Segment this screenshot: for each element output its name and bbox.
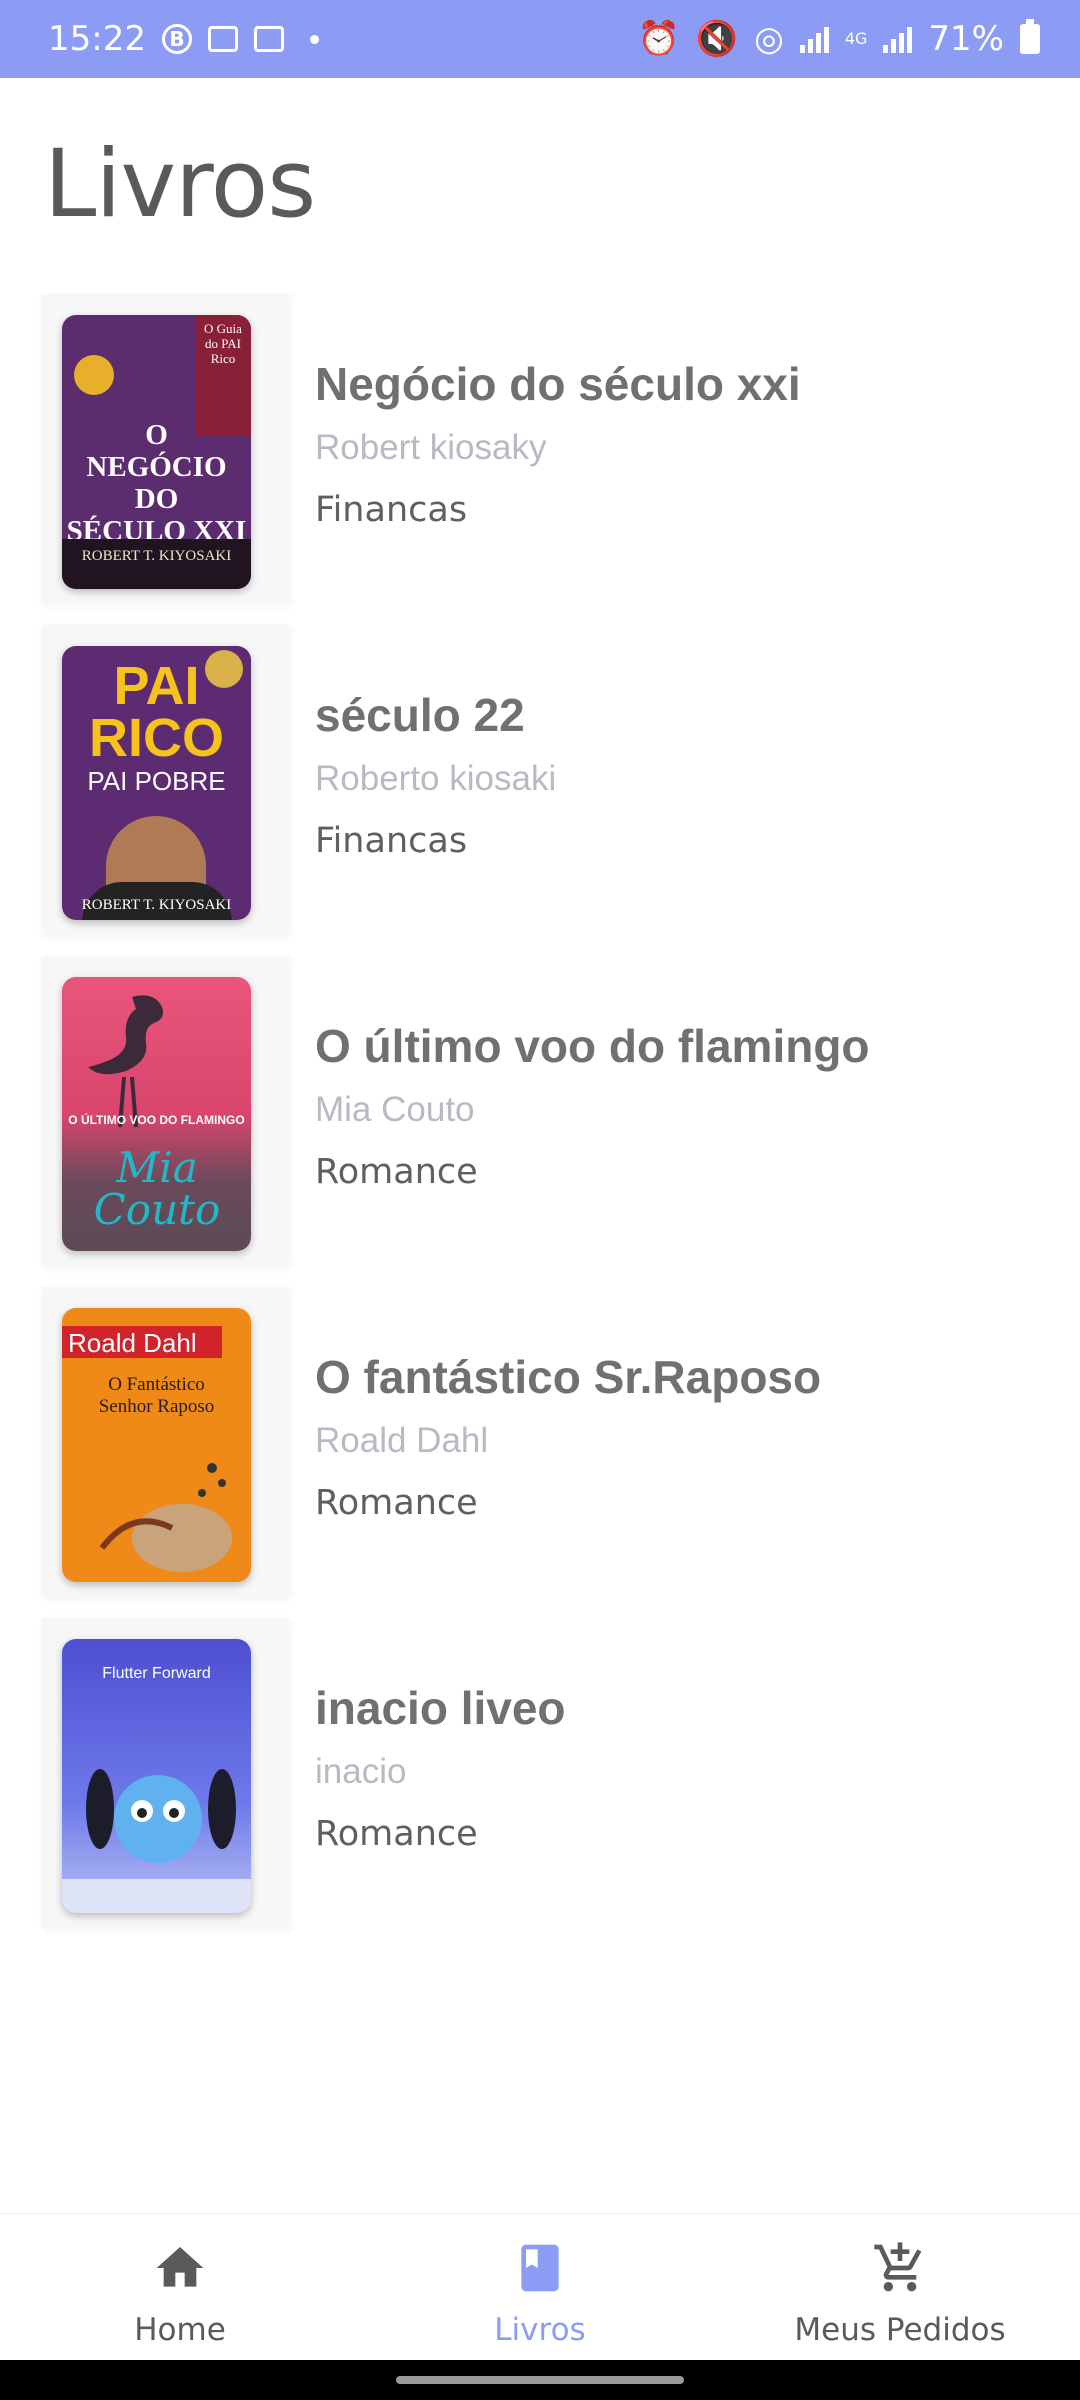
- home-icon: [156, 2247, 204, 2287]
- list-item[interactable]: PAI RICO PAI POBRE ROBERT T. KIYOSAKI sé…: [0, 625, 1080, 956]
- battery-icon: [1020, 19, 1040, 54]
- book-author: Roberto kiosaki: [315, 759, 557, 798]
- status-time: 15:22: [48, 19, 146, 59]
- alarm-icon: ⏰: [637, 19, 680, 59]
- signal-icon: [883, 25, 913, 53]
- book-author: Robert kiosaky: [315, 428, 547, 467]
- nav-label: Home: [134, 2312, 226, 2348]
- hotspot-icon: ◎: [754, 19, 784, 59]
- cover-frame: Roald Dahl O Fantástico Senhor Raposo: [41, 1287, 289, 1597]
- book-author: Mia Couto: [315, 1090, 475, 1129]
- signal-icon: [799, 25, 829, 53]
- book-title[interactable]: O último voo do flamingo: [315, 1018, 1055, 1074]
- book-title[interactable]: inacio liveo: [315, 1680, 1055, 1736]
- book-title[interactable]: século 22: [315, 687, 1055, 743]
- system-navigation-bar: [0, 2360, 1080, 2400]
- book-list: O Guia do PAI Rico O NEGÓCIO DO SÉCULO X…: [0, 294, 1080, 1949]
- cover-frame: PAI RICO PAI POBRE ROBERT T. KIYOSAKI: [41, 625, 289, 935]
- book-cover[interactable]: O Guia do PAI Rico O NEGÓCIO DO SÉCULO X…: [62, 315, 251, 589]
- bottom-navigation: Home Livros Meus Pedidos: [0, 2213, 1080, 2361]
- book-genre: Financas: [315, 821, 468, 861]
- fox-illustration: [99, 1463, 232, 1572]
- status-bar: 15:22 B ⏰ 🔇 ◎ 4G 71%: [0, 0, 1080, 78]
- mute-icon: 🔇: [695, 19, 739, 59]
- cover-frame: O ÚLTIMO VOO DO FLAMINGO Mia Couto: [41, 956, 289, 1266]
- list-item[interactable]: O Guia do PAI Rico O NEGÓCIO DO SÉCULO X…: [0, 294, 1080, 625]
- book-genre: Romance: [315, 1483, 478, 1523]
- image-icon: [207, 26, 238, 52]
- nav-label: Meus Pedidos: [794, 2312, 1006, 2348]
- network-type: 4G: [844, 29, 868, 48]
- book-cover[interactable]: Roald Dahl O Fantástico Senhor Raposo: [62, 1308, 251, 1582]
- nav-livros[interactable]: Livros: [360, 2214, 720, 2361]
- book-cover[interactable]: O ÚLTIMO VOO DO FLAMINGO Mia Couto: [62, 977, 251, 1251]
- home-indicator[interactable]: [396, 2376, 684, 2384]
- book-author: inacio: [315, 1752, 407, 1791]
- sim-icon: [253, 26, 284, 52]
- nav-label: Livros: [494, 2312, 586, 2348]
- cover-frame: Flutter Forward: [41, 1618, 289, 1928]
- page-title: Livros: [44, 130, 316, 239]
- nav-home[interactable]: Home: [0, 2214, 360, 2361]
- nav-meus-pedidos[interactable]: Meus Pedidos: [720, 2214, 1080, 2361]
- list-item[interactable]: Flutter Forward inacio liveo inacio Roma…: [0, 1618, 1080, 1949]
- list-item[interactable]: Roald Dahl O Fantástico Senhor Raposo O …: [0, 1287, 1080, 1618]
- mascot-illustration: [62, 1769, 251, 1913]
- book-icon: [521, 2244, 559, 2292]
- book-author: Roald Dahl: [315, 1421, 489, 1460]
- book-genre: Financas: [315, 490, 468, 530]
- battery-percent: 71%: [928, 19, 1004, 59]
- cover-frame: O Guia do PAI Rico O NEGÓCIO DO SÉCULO X…: [41, 294, 289, 604]
- b-circle-icon: B: [161, 24, 192, 54]
- book-title[interactable]: O fantástico Sr.Raposo: [315, 1349, 1055, 1405]
- book-title[interactable]: Negócio do século xxi: [315, 356, 1055, 412]
- book-cover[interactable]: PAI RICO PAI POBRE ROBERT T. KIYOSAKI: [62, 646, 251, 920]
- cart-add-icon: [874, 2242, 922, 2292]
- book-cover[interactable]: Flutter Forward: [62, 1639, 251, 1913]
- book-genre: Romance: [315, 1814, 478, 1854]
- dot-icon: [309, 34, 319, 44]
- book-genre: Romance: [315, 1152, 478, 1192]
- list-item[interactable]: O ÚLTIMO VOO DO FLAMINGO Mia Couto O últ…: [0, 956, 1080, 1287]
